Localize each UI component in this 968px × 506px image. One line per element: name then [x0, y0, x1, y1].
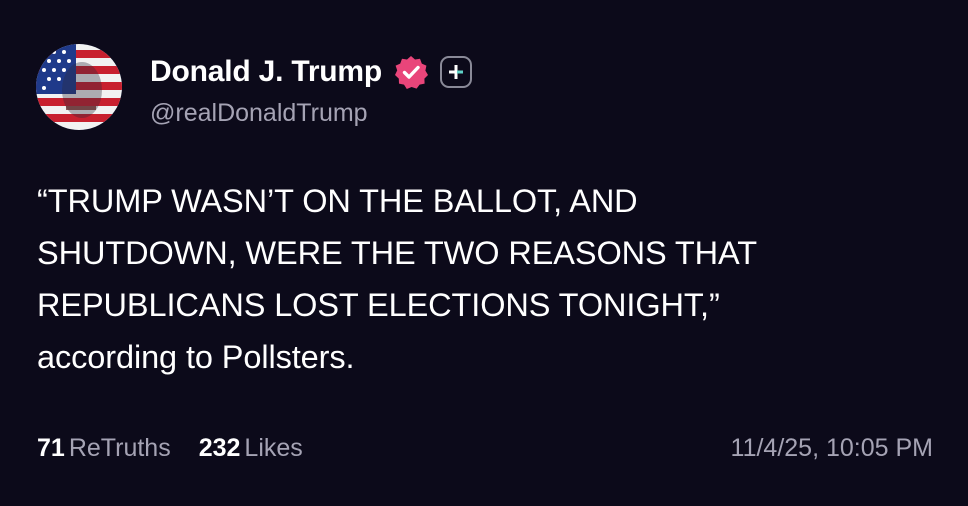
- likes-stat[interactable]: 232 Likes: [199, 434, 303, 462]
- post-stats: 71 ReTruths 232 Likes: [37, 434, 303, 463]
- author-handle[interactable]: @realDonaldTrump: [150, 99, 368, 128]
- post-body-line: according to Pollsters.: [37, 339, 355, 375]
- post-timestamp[interactable]: 11/4/25, 10:05 PM: [731, 434, 933, 463]
- post-body-line: “TRUMP WASN’T ON THE BALLOT, AND: [37, 183, 638, 219]
- author-display-name[interactable]: Donald J. Trump: [150, 55, 382, 89]
- verified-badge-icon: [394, 55, 429, 89]
- likes-count: 232: [198, 434, 241, 462]
- retruths-label: ReTruths: [68, 434, 171, 462]
- likes-label: Likes: [244, 434, 303, 462]
- author-row: Donald J. Trump: [150, 52, 473, 92]
- avatar[interactable]: [36, 44, 122, 130]
- post-body-line: REPUBLICANS LOST ELECTIONS TONIGHT,”: [37, 287, 720, 323]
- post-body-line: SHUTDOWN, WERE THE TWO REASONS THAT: [37, 235, 757, 271]
- retruths-stat[interactable]: 71 ReTruths: [37, 434, 171, 462]
- truth-post-card: Donald J. Trump @realDonaldTrump “TRUMP …: [0, 0, 968, 506]
- avatar-image: [36, 44, 122, 130]
- retruths-count: 71: [37, 434, 65, 462]
- plus-icon[interactable]: [440, 56, 473, 88]
- post-body: “TRUMP WASN’T ON THE BALLOT, AND SHUTDOW…: [37, 175, 937, 383]
